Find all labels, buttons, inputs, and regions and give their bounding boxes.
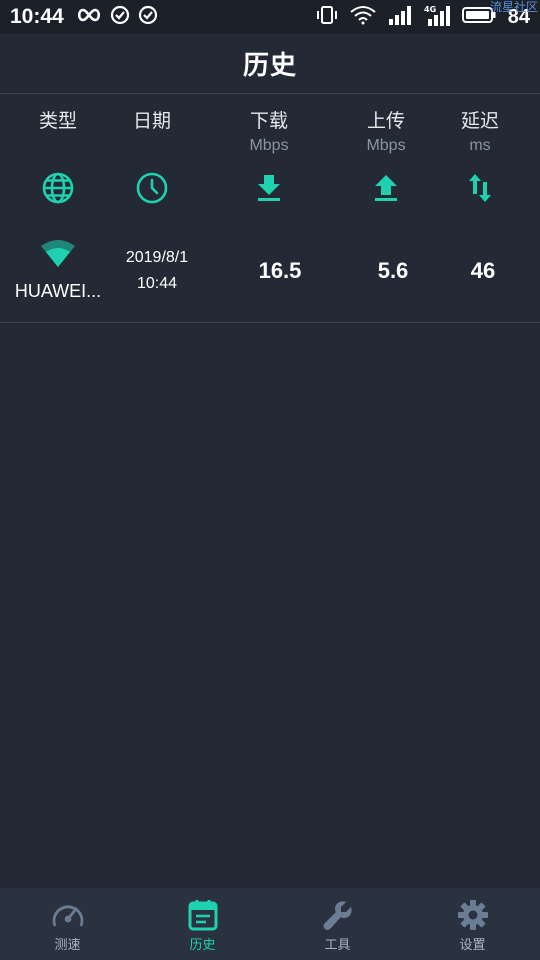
column-unit bbox=[97, 134, 207, 158]
check-circle-icon bbox=[110, 5, 130, 29]
wrench-icon bbox=[321, 898, 355, 932]
signal-icon bbox=[388, 5, 412, 29]
column-title: 日期 bbox=[132, 110, 171, 132]
status-time: 10:44 bbox=[10, 5, 64, 28]
speedometer-icon bbox=[51, 898, 85, 932]
history-date: 2019/8/1 10:44 bbox=[97, 245, 217, 297]
infinity-icon bbox=[76, 7, 102, 27]
nav-item-speedtest[interactable]: 测速 bbox=[0, 888, 135, 960]
column-title: 下载 bbox=[249, 110, 288, 132]
download-icon bbox=[214, 170, 324, 206]
clock-icon bbox=[97, 170, 207, 206]
nav-label: 历史 bbox=[189, 938, 216, 953]
history-row[interactable]: HUAWEI... 2019/8/1 10:44 16.5 5.6 46 bbox=[0, 230, 540, 323]
column-unit: Mbps bbox=[249, 137, 289, 154]
page-title: 历史 bbox=[242, 51, 297, 81]
column-header-date: 日期 bbox=[97, 108, 207, 158]
nav-item-history[interactable]: 历史 bbox=[135, 888, 270, 960]
app-header: 历史 bbox=[0, 34, 540, 94]
check-circle-icon bbox=[138, 5, 158, 29]
column-title: 延迟 bbox=[460, 110, 499, 132]
column-unit: ms bbox=[469, 137, 491, 154]
latency-icon bbox=[425, 170, 535, 206]
status-bar: 10:44 4G 84 流星社区 bbox=[0, 0, 540, 34]
nav-label: 测速 bbox=[54, 938, 81, 953]
history-icon bbox=[186, 898, 220, 932]
nav-label: 工具 bbox=[324, 938, 351, 953]
gear-icon bbox=[456, 898, 490, 932]
nav-label: 设置 bbox=[459, 938, 486, 953]
column-header-download: 下载 Mbps bbox=[214, 108, 324, 158]
bottom-nav: 测速 历史 工具 设置 bbox=[0, 888, 540, 960]
nav-item-tools[interactable]: 工具 bbox=[270, 888, 405, 960]
date-value: 2019/8/1 bbox=[125, 249, 189, 266]
time-value: 10:44 bbox=[136, 275, 178, 292]
signal-4g-icon: 4G bbox=[424, 4, 450, 30]
nav-item-settings[interactable]: 设置 bbox=[405, 888, 540, 960]
vibrate-icon bbox=[316, 5, 338, 29]
download-value: 16.5 bbox=[258, 258, 302, 283]
watermark: 流星社区 bbox=[489, 0, 538, 14]
column-header-latency: 延迟 ms bbox=[425, 108, 535, 158]
svg-text:4G: 4G bbox=[424, 5, 436, 14]
wifi-status-icon bbox=[350, 5, 376, 29]
latency-value: 46 bbox=[470, 258, 496, 283]
